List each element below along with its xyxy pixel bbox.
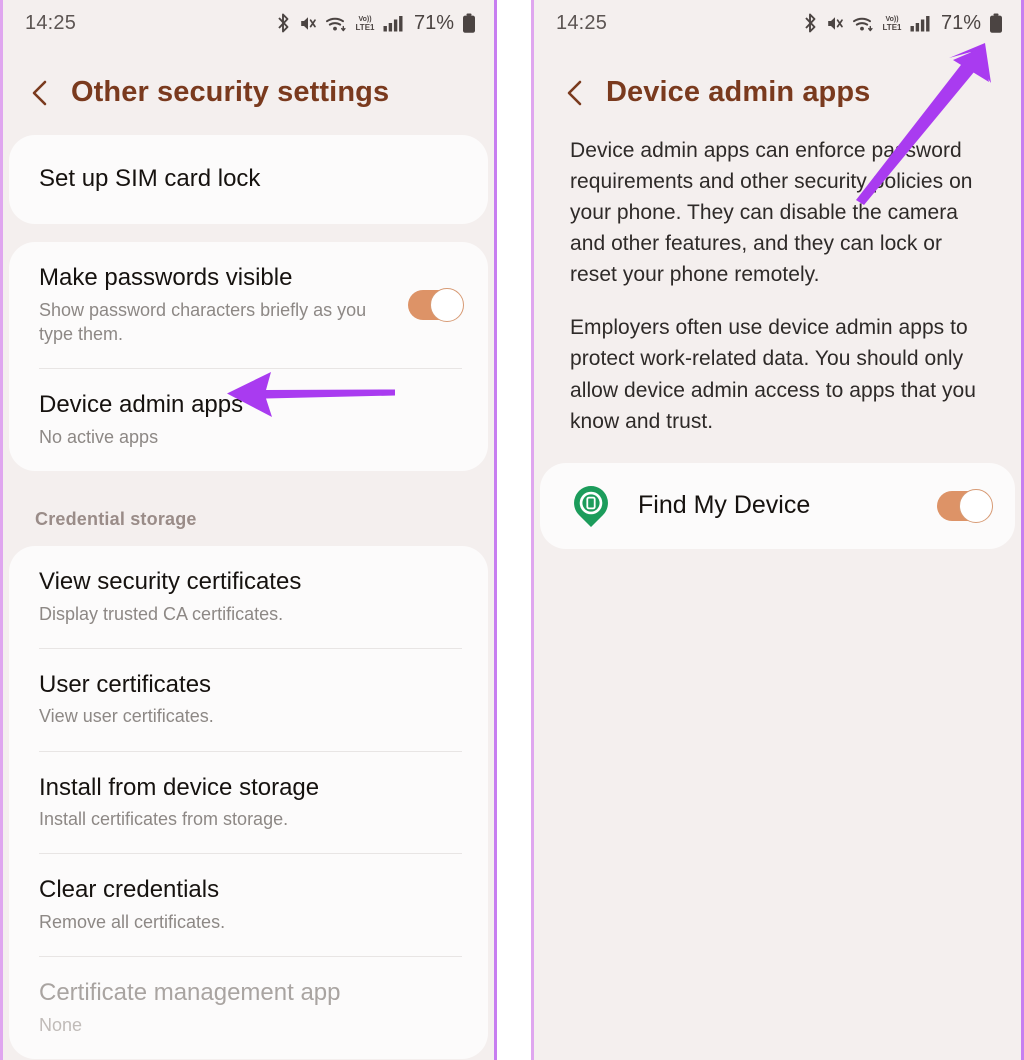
bluetooth-icon [802, 13, 819, 33]
list-item-title: Device admin apps [39, 390, 244, 418]
list-item-title: Certificate management app [39, 979, 341, 1007]
status-bar-clock: 14:25 [556, 11, 608, 34]
list-item-subtitle: Install certificates from storage. [39, 809, 289, 830]
svg-text:LTE1: LTE1 [355, 23, 375, 32]
description-paragraph-2: Employers often use device admin apps to… [570, 316, 976, 433]
list-item-certificate-management-app: Certificate management app None [9, 957, 488, 1059]
list-item-subtitle: No active apps [39, 426, 159, 447]
section-header-credential-storage: Credential storage [35, 508, 197, 529]
status-bar: 14:25 Vo)) LTE1 71% [534, 0, 1021, 46]
left-phone-screenshot: 14:25 Vo)) LTE1 71% Other security settin… [0, 0, 497, 1060]
list-item-find-my-device[interactable]: Find My Device [540, 463, 1015, 549]
battery-percent-label: 71% [413, 11, 454, 34]
right-phone-screenshot: 14:25 Vo)) LTE1 71% Device admin apps Dev… [531, 0, 1024, 1060]
battery-icon [989, 13, 1003, 34]
bluetooth-icon [275, 13, 292, 33]
page-title: Device admin apps [606, 76, 871, 108]
screenshot-stage: 14:25 Vo)) LTE1 71% Other security settin… [0, 0, 1024, 1060]
card-device-admin-app-list: Find My Device [540, 462, 1015, 549]
status-bar: 14:25 Vo)) LTE1 71% [3, 0, 494, 46]
find-my-device-icon [568, 483, 614, 529]
list-item-user-certificates[interactable]: User certificates View user certificates… [9, 649, 488, 751]
list-item-subtitle: Remove all certificates. [39, 912, 226, 933]
volte-lte1-icon: Vo)) LTE1 [881, 13, 903, 33]
signal-bars-icon [910, 14, 931, 33]
list-item-title: Install from device storage [39, 773, 320, 801]
list-item-subtitle: Display trusted CA certificates. [39, 603, 284, 624]
mute-icon [299, 14, 318, 33]
battery-percent-label: 71% [940, 11, 981, 34]
list-item-subtitle: Show password characters briefly as you … [39, 299, 367, 344]
status-bar-icons: Vo)) LTE1 71% [802, 12, 1003, 35]
wifi-icon [325, 14, 347, 33]
make-passwords-visible-toggle[interactable] [408, 287, 464, 322]
svg-text:Vo)): Vo)) [358, 16, 371, 23]
list-item-make-passwords-visible[interactable]: Make passwords visible Show password cha… [9, 242, 488, 368]
battery-icon [462, 13, 476, 34]
mute-icon [826, 14, 845, 33]
list-item-view-security-certificates[interactable]: View security certificates Display trust… [9, 546, 488, 648]
list-item-title: Clear credentials [39, 876, 220, 904]
list-item-title: User certificates [39, 670, 212, 698]
svg-text:Vo)): Vo)) [885, 16, 898, 23]
list-item-install-from-device-storage[interactable]: Install from device storage Install cert… [9, 752, 488, 854]
description-paragraph-1: Device admin apps can enforce password r… [570, 139, 973, 287]
list-item-clear-credentials[interactable]: Clear credentials Remove all certificate… [9, 854, 488, 956]
status-bar-icons: Vo)) LTE1 71% [275, 12, 476, 35]
back-button[interactable] [562, 78, 588, 108]
list-item-device-admin-apps[interactable]: Device admin apps No active apps [9, 369, 488, 471]
app-name-label: Find My Device [638, 491, 811, 520]
toggle-knob [430, 287, 464, 322]
card-credential-storage: View security certificates Display trust… [9, 545, 488, 1060]
back-button[interactable] [27, 78, 53, 108]
find-my-device-toggle[interactable] [937, 488, 993, 523]
signal-bars-icon [383, 14, 404, 33]
volte-lte1-icon: Vo)) LTE1 [354, 13, 376, 33]
page-title: Other security settings [71, 76, 390, 108]
list-item-title: Set up SIM card lock [39, 165, 261, 192]
wifi-icon [852, 14, 874, 33]
list-item-title: View security certificates [39, 567, 302, 595]
status-bar-clock: 14:25 [25, 11, 77, 34]
list-item-subtitle: None [39, 1015, 83, 1036]
page-header: Device admin apps [534, 46, 1021, 135]
card-sim-lock: Set up SIM card lock [9, 135, 488, 224]
list-item-set-up-sim-card-lock[interactable]: Set up SIM card lock [9, 135, 488, 224]
list-item-title: Make passwords visible [39, 263, 293, 291]
page-header: Other security settings [3, 46, 494, 135]
card-passwords-and-admin: Make passwords visible Show password cha… [9, 241, 488, 471]
toggle-knob [959, 488, 993, 523]
list-item-subtitle: View user certificates. [39, 706, 214, 727]
svg-text:LTE1: LTE1 [882, 23, 902, 32]
